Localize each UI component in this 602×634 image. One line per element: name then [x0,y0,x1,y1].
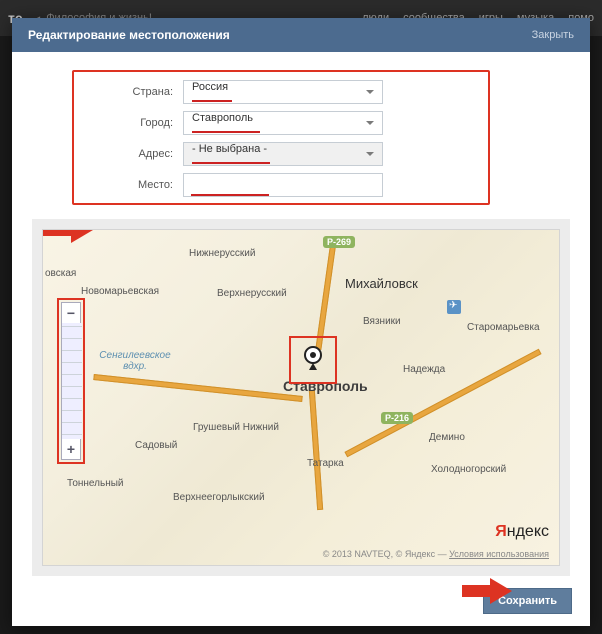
ml-ovskaya: овская [45,268,76,279]
close-button[interactable]: Закрыть [532,29,574,41]
attr-text: © 2013 NAVTEQ, © Яндекс — [323,549,449,559]
ml-nadezhda: Надежда [403,364,445,375]
select-country-value: Россия [192,81,228,93]
zoom-control: − + [61,302,81,460]
ml-grushevy: Грушевый Нижний [193,422,279,433]
label-address: Адрес: [78,148,183,160]
yandex-logo: Яндекс [495,523,549,541]
zoom-highlight-frame: − + [57,298,85,464]
label-country: Страна: [78,86,183,98]
map-attribution: © 2013 NAVTEQ, © Яндекс — Условия исполь… [323,549,549,559]
ml-verkhnerussky: Верхнерусский [217,288,287,299]
row-address: Адрес: - Не выбрана - [78,142,484,166]
ml-mikhaylovsk: Михайловск [345,276,418,291]
yandex-y: Я [495,523,507,540]
modal-title: Редактирование местоположения [28,28,230,42]
ml-vyazniki: Вязники [363,316,401,327]
select-country[interactable]: Россия [183,80,383,104]
map-pin-icon[interactable] [299,344,327,372]
zoom-out-button[interactable]: − [62,303,80,323]
location-edit-modal: Редактирование местоположения Закрыть Ст… [12,18,590,626]
ml-tonnelny: Тоннельный [67,478,124,489]
ml-demino: Демино [429,432,465,443]
ml-tatarka: Татарка [307,458,344,469]
map[interactable]: Р-269 Р-216 овская Нижнерусский Верхнеру… [42,229,560,566]
yandex-text: ндекс [507,523,549,540]
row-place: Место: [78,173,484,197]
label-place: Место: [78,179,183,191]
map-container: Р-269 Р-216 овская Нижнерусский Верхнеру… [32,219,570,576]
ml-staromaryevka: Старомарьевка [467,322,540,333]
zoom-slider[interactable] [62,323,82,439]
road-badge-r269: Р-269 [323,236,355,248]
airport-icon [447,300,461,314]
terms-link[interactable]: Условия использования [449,549,549,559]
zoom-in-button[interactable]: + [62,439,80,459]
row-city: Город: Ставрополь [78,111,484,135]
label-city: Город: [78,117,183,129]
ml-nizhnerussky: Нижнерусский [189,248,255,259]
select-address[interactable]: - Не выбрана - [183,142,383,166]
form-highlight-frame: Страна: Россия Город: Ставрополь [72,70,490,205]
road-badge-r216: Р-216 [381,412,413,424]
ml-verkhneegorlyksky: Верхнеегорлыкский [173,492,265,503]
ml-novomaryevskaya: Новомарьевская [81,286,159,297]
modal-footer: Сохранить [12,576,590,626]
modal-header: Редактирование местоположения Закрыть [12,18,590,52]
ml-kholodnogorsky: Холодногорский [431,464,506,475]
select-address-value: - Не выбрана - [192,143,267,155]
ml-sengileevskoe: Сенгилеевское вдхр. [95,350,175,372]
select-city[interactable]: Ставрополь [183,111,383,135]
ml-sadovy: Садовый [135,440,177,451]
select-city-value: Ставрополь [192,112,253,124]
row-country: Страна: Россия [78,80,484,104]
modal-body: Страна: Россия Город: Ставрополь [12,52,590,576]
